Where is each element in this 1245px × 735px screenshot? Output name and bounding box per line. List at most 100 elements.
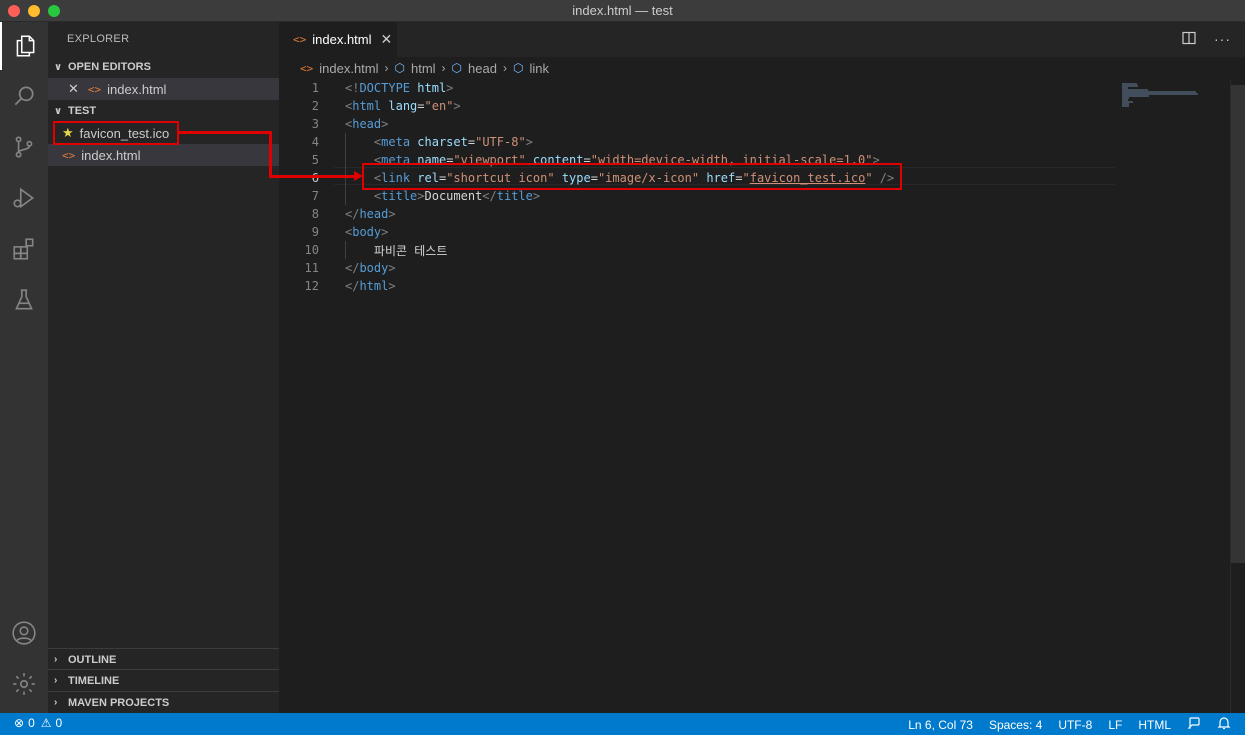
source-control-icon[interactable] (0, 123, 48, 171)
code-token: > (453, 99, 461, 113)
cursor-position[interactable]: Ln 6, Col 73 (908, 718, 973, 732)
tab-index-html[interactable]: <> index.html ✕ (279, 22, 397, 57)
code-token: html (417, 81, 447, 95)
code-token: </ (345, 279, 360, 293)
extensions-icon[interactable] (0, 225, 48, 273)
folder-test-header[interactable]: ∨ TEST (48, 100, 279, 122)
breadcrumb-item[interactable]: index.html (319, 61, 378, 76)
timeline-header[interactable]: › TIMELINE (48, 669, 279, 691)
code-token: head (359, 207, 389, 221)
line-number: 5 (311, 153, 319, 167)
file-item-index-html[interactable]: <> index.html (48, 144, 279, 166)
code-token: > (381, 117, 389, 131)
line-number: 11 (304, 261, 319, 275)
code-token: > (525, 135, 533, 149)
code-line[interactable]: 8 </head> (279, 205, 1119, 223)
annotation-arrowhead (354, 171, 363, 181)
code-token: > (417, 189, 425, 203)
symbol-element-icon: ⬡ (512, 61, 524, 75)
scrollbar-thumb[interactable] (1231, 85, 1245, 563)
line-number: 2 (311, 99, 319, 113)
indentation[interactable]: Spaces: 4 (989, 718, 1042, 732)
chevron-down-icon: ∨ (54, 105, 63, 117)
code-text: <!DOCTYPE html> (345, 81, 453, 95)
html-file-icon: <> (300, 61, 314, 75)
encoding[interactable]: UTF-8 (1058, 718, 1092, 732)
settings-gear-icon[interactable] (0, 660, 48, 708)
warning-icon: ⚠ (40, 716, 52, 730)
code-line[interactable]: 2 <html lang="en"> (279, 97, 1119, 115)
code-token: = (467, 135, 476, 149)
sidebar-title: EXPLORER (67, 33, 130, 45)
code-line[interactable]: 9 <body> (279, 223, 1119, 241)
code-token: head (352, 117, 382, 131)
close-icon[interactable]: ✕ (381, 31, 393, 48)
code-token: </ (345, 207, 360, 221)
code-token: > (388, 279, 396, 293)
code-token: DOCTYPE (359, 81, 411, 95)
code-token: charset (417, 135, 468, 149)
code-token: body (359, 261, 389, 275)
code-line[interactable]: 10 파비콘 테스트 (279, 241, 1119, 259)
maven-projects-header[interactable]: › MAVEN PROJECTS (48, 691, 279, 713)
breadcrumb-item[interactable]: html (411, 61, 436, 76)
outline-label: OUTLINE (68, 653, 117, 666)
code-token: > (388, 207, 396, 221)
open-editors-header[interactable]: ∨ OPEN EDITORS (48, 56, 279, 78)
line-number: 12 (304, 279, 319, 293)
breadcrumb-item[interactable]: head (468, 61, 497, 76)
code-text: </head> (345, 207, 396, 221)
close-icon[interactable]: ✕ (68, 81, 79, 97)
line-number: 3 (311, 117, 319, 131)
code-token: > (532, 189, 541, 203)
problems-indicator[interactable]: ⊗ 0 ⚠ 0 (14, 716, 62, 730)
minimap-line (1122, 105, 1129, 107)
code-text: <title>Document</title> (345, 189, 540, 203)
breadcrumb-item[interactable]: link (529, 61, 549, 76)
code-token: html (352, 99, 382, 113)
code-token: "en" (424, 99, 454, 113)
timeline-label: TIMELINE (68, 674, 120, 687)
annotation-box-favicon-file (53, 121, 179, 145)
chevron-right-icon: › (54, 675, 58, 686)
code-line[interactable]: 11 </body> (279, 259, 1119, 277)
window-title: index.html — test (572, 3, 673, 18)
search-icon[interactable] (0, 72, 48, 120)
outline-header[interactable]: › OUTLINE (48, 648, 279, 670)
minimap[interactable] (1118, 79, 1230, 713)
explorer-icon[interactable] (0, 22, 48, 70)
language-mode[interactable]: HTML (1138, 718, 1171, 732)
code-token: > (388, 261, 396, 275)
activity-bar (0, 22, 48, 713)
code-token: 파비콘 테스트 (345, 243, 448, 258)
chevron-right-icon: › (441, 61, 446, 75)
breadcrumb: <> index.html › ⬡ html › ⬡ head › ⬡ link (279, 57, 1245, 79)
code-line[interactable]: 4 <meta charset="UTF-8"> (279, 133, 1119, 151)
code-line[interactable]: 1 <!DOCTYPE html> (279, 79, 1119, 97)
html-file-icon: <> (293, 33, 307, 46)
code-line[interactable]: 12 </html> (279, 277, 1119, 295)
split-editor-icon[interactable] (1182, 31, 1196, 48)
symbol-element-icon: ⬡ (394, 61, 405, 75)
chevron-right-icon: › (54, 697, 58, 708)
code-text: <meta charset="UTF-8"> (345, 135, 533, 149)
feedback-icon[interactable] (1187, 716, 1201, 733)
open-editor-item[interactable]: ✕ <> index.html (48, 78, 279, 100)
annotation-box-link-line (362, 163, 902, 190)
symbol-element-icon: ⬡ (451, 61, 463, 75)
more-actions-icon[interactable]: ··· (1214, 31, 1231, 48)
code-token: > (446, 81, 454, 95)
code-token: title (496, 189, 533, 203)
line-number: 9 (311, 225, 319, 239)
testing-icon[interactable] (0, 276, 48, 324)
run-debug-icon[interactable] (0, 174, 48, 222)
notifications-bell-icon[interactable] (1217, 716, 1231, 733)
chevron-right-icon: › (384, 61, 389, 75)
code-line[interactable]: 3 <head> (279, 115, 1119, 133)
account-icon[interactable] (0, 609, 48, 657)
code-token: title (381, 189, 418, 203)
line-number: 8 (311, 207, 319, 221)
end-of-line[interactable]: LF (1108, 718, 1122, 732)
line-number: 6 (311, 171, 319, 185)
